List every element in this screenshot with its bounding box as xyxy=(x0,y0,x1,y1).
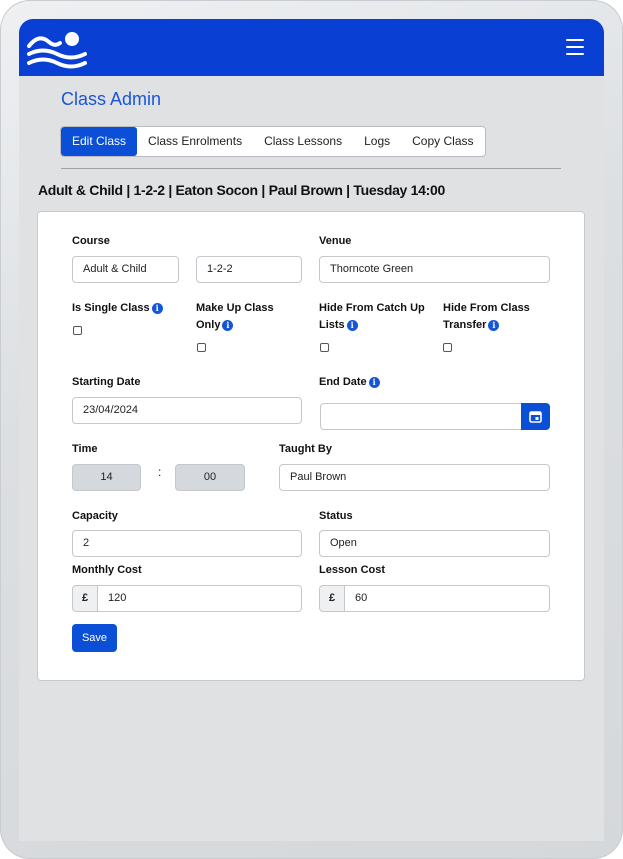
lesson-cost-input[interactable]: 60 xyxy=(345,585,550,612)
info-icon[interactable]: i xyxy=(151,303,163,314)
starting-date-label: Starting Date xyxy=(72,376,141,388)
divider xyxy=(61,168,561,169)
currency-prefix: £ xyxy=(72,585,98,612)
venue-label: Venue xyxy=(319,235,352,247)
venue-select[interactable]: Thorncote Green xyxy=(319,256,550,283)
capacity-input[interactable]: 2 xyxy=(72,530,302,557)
makeup-class-label-line1: Make Up Class xyxy=(196,302,274,314)
hide-catchup-label-line2: Lists xyxy=(319,319,345,331)
hide-catchup-label: Hide From Catch Up Lists i xyxy=(319,300,425,334)
tab-edit-class[interactable]: Edit Class xyxy=(61,127,138,156)
monthly-cost-label: Monthly Cost xyxy=(72,564,142,576)
currency-prefix: £ xyxy=(319,585,345,612)
status-select[interactable]: Open xyxy=(319,530,550,557)
end-date-label-text: End Date xyxy=(319,376,367,388)
taught-by-select[interactable]: Paul Brown xyxy=(279,464,550,491)
calendar-icon xyxy=(529,411,542,423)
device-frame: Class Admin Edit Class Class Enrolments … xyxy=(0,0,623,859)
lesson-cost-label: Lesson Cost xyxy=(319,564,386,576)
info-icon[interactable]: i xyxy=(222,320,234,331)
app-screen: Class Admin Edit Class Class Enrolments … xyxy=(19,19,604,841)
makeup-class-checkbox[interactable] xyxy=(197,343,206,352)
tab-class-lessons[interactable]: Class Lessons xyxy=(253,127,353,156)
course-select[interactable]: Adult & Child xyxy=(72,256,179,283)
hide-transfer-label-line2: Transfer xyxy=(443,319,487,331)
edit-class-form: Course Adult & Child 1-2-2 Venue Thornco… xyxy=(37,211,585,681)
hide-transfer-checkbox[interactable] xyxy=(443,343,452,352)
starting-date-input[interactable]: 23/04/2024 xyxy=(72,397,302,424)
taught-by-label: Taught By xyxy=(279,443,332,455)
calendar-button[interactable] xyxy=(521,403,550,430)
monthly-cost-input[interactable]: 120 xyxy=(98,585,302,612)
time-separator: : xyxy=(158,465,162,479)
wave-logo-icon[interactable] xyxy=(27,29,87,69)
time-minute-input[interactable]: 00 xyxy=(175,464,245,491)
time-label: Time xyxy=(72,443,98,455)
single-class-label-text: Is Single Class xyxy=(72,302,150,314)
time-hour-input[interactable]: 14 xyxy=(72,464,141,491)
tab-copy-class[interactable]: Copy Class xyxy=(401,127,484,156)
top-navbar xyxy=(19,19,604,76)
hide-transfer-label-line1: Hide From Class xyxy=(443,302,530,314)
save-button[interactable]: Save xyxy=(72,624,117,652)
class-summary-heading: Adult & Child | 1-2-2 | Eaton Socon | Pa… xyxy=(38,182,445,198)
end-date-input[interactable] xyxy=(320,403,522,430)
hide-transfer-label: Hide From Class Transfer i xyxy=(443,300,530,334)
page-title: Class Admin xyxy=(61,89,162,109)
course-label: Course xyxy=(72,235,110,247)
single-class-checkbox[interactable] xyxy=(73,326,82,335)
makeup-class-label: Make Up Class Only i xyxy=(196,300,274,334)
info-icon[interactable]: i xyxy=(346,320,358,331)
course-code-select[interactable]: 1-2-2 xyxy=(196,256,302,283)
end-date-label: End Date i xyxy=(319,374,380,391)
capacity-label: Capacity xyxy=(72,510,118,522)
info-icon[interactable]: i xyxy=(488,320,500,331)
tab-class-enrolments[interactable]: Class Enrolments xyxy=(137,127,253,156)
tab-logs[interactable]: Logs xyxy=(353,127,401,156)
hamburger-icon[interactable] xyxy=(566,39,584,55)
makeup-class-label-line2: Only xyxy=(196,319,221,331)
status-label: Status xyxy=(319,510,353,522)
hide-catchup-label-line1: Hide From Catch Up xyxy=(319,302,425,314)
hide-catchup-checkbox[interactable] xyxy=(320,343,329,352)
tab-bar: Edit Class Class Enrolments Class Lesson… xyxy=(60,126,486,157)
single-class-label: Is Single Class i xyxy=(72,300,163,317)
info-icon[interactable]: i xyxy=(368,377,380,388)
